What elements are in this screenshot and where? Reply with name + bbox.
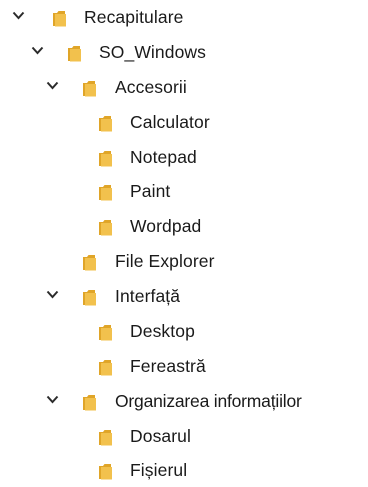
tree-item-so-windows[interactable]: SO_Windows <box>0 37 368 69</box>
folder-icon <box>98 324 113 341</box>
tree-item-organizarea-informatiilor[interactable]: Organizarea informațiilor <box>0 386 368 418</box>
folder-icon <box>52 10 67 27</box>
tree-item-label: File Explorer <box>115 251 215 271</box>
tree-item-paint[interactable]: Paint <box>0 176 368 208</box>
tree-item-label: Calculator <box>130 112 210 132</box>
tree-item-accesorii[interactable]: Accesorii <box>0 72 368 104</box>
folder-icon <box>82 289 97 306</box>
tree-item-label: Fereastră <box>130 356 206 376</box>
folder-icon <box>82 394 97 411</box>
tree-item-dosarul[interactable]: Dosarul <box>0 421 368 453</box>
folder-icon <box>98 115 113 132</box>
chevron-down-icon[interactable] <box>12 11 25 20</box>
tree-item-label: Fișierul <box>130 460 188 480</box>
tree-item-label: Interfață <box>115 286 181 306</box>
folder-icon <box>98 359 113 376</box>
folder-icon <box>98 463 113 480</box>
tree-item-label: Notepad <box>130 147 197 167</box>
folder-icon <box>82 80 97 97</box>
tree-item-label: Desktop <box>130 321 195 341</box>
tree-item-label: Paint <box>130 181 171 201</box>
folder-icon <box>98 219 113 236</box>
tree-item-label: Organizarea informațiilor <box>115 391 302 411</box>
tree-item-label: Accesorii <box>115 77 187 97</box>
chevron-down-icon[interactable] <box>31 46 44 55</box>
folder-icon <box>82 254 97 271</box>
tree-item-calculator[interactable]: Calculator <box>0 107 368 139</box>
folder-icon <box>98 150 113 167</box>
tree-item-interfata[interactable]: Interfață <box>0 281 368 313</box>
tree-item-file-explorer[interactable]: File Explorer <box>0 246 368 278</box>
folder-tree: Recapitulare SO_Windows Accesorii Calcul… <box>0 0 368 485</box>
tree-item-label: Dosarul <box>130 426 192 446</box>
tree-item-fisierul[interactable]: Fișierul <box>0 455 368 487</box>
chevron-down-icon[interactable] <box>46 81 59 90</box>
chevron-down-icon[interactable] <box>46 395 59 404</box>
tree-item-fereastra[interactable]: Fereastră <box>0 351 368 383</box>
tree-item-label: Wordpad <box>130 216 202 236</box>
tree-item-desktop[interactable]: Desktop <box>0 316 368 348</box>
folder-icon <box>98 184 113 201</box>
tree-item-label: SO_Windows <box>99 42 207 62</box>
tree-item-notepad[interactable]: Notepad <box>0 142 368 174</box>
chevron-down-icon[interactable] <box>46 290 59 299</box>
tree-item-wordpad[interactable]: Wordpad <box>0 211 368 243</box>
folder-icon <box>67 45 82 62</box>
folder-icon <box>98 429 113 446</box>
tree-item-label: Recapitulare <box>84 7 184 27</box>
tree-item-recapitulare[interactable]: Recapitulare <box>0 2 368 34</box>
